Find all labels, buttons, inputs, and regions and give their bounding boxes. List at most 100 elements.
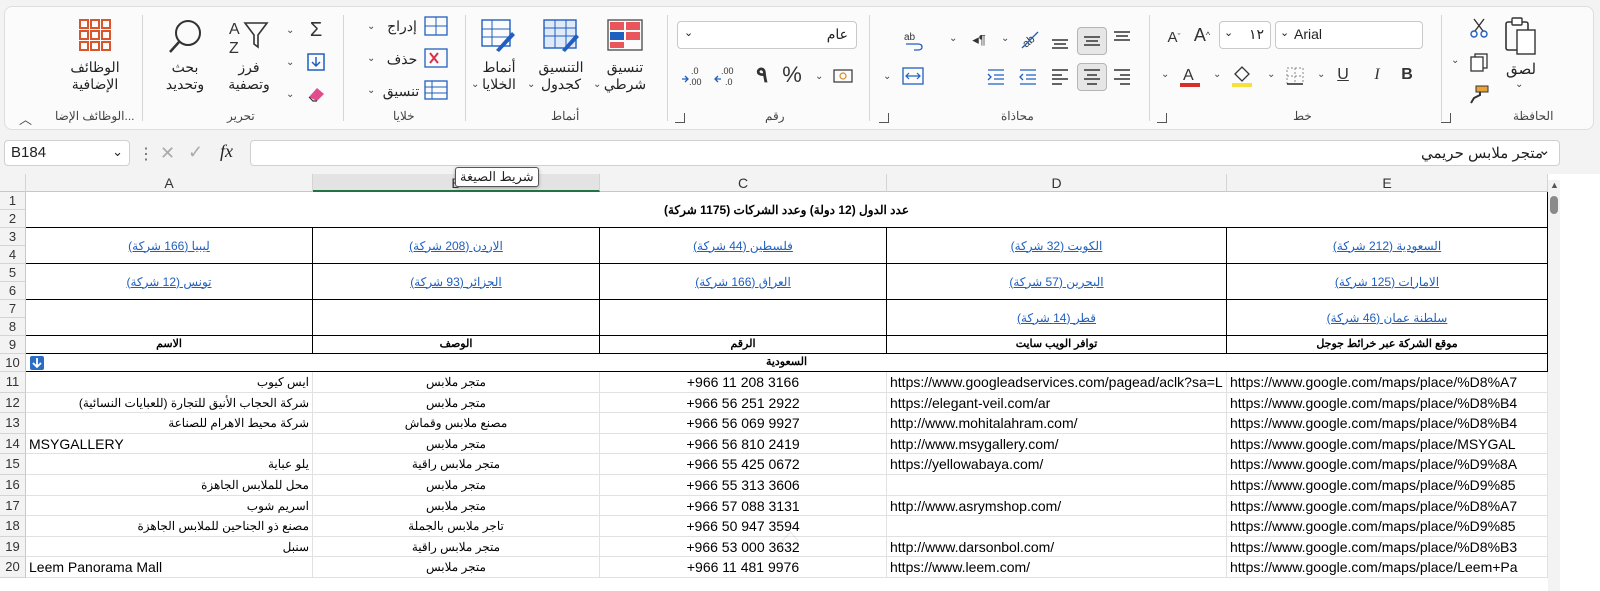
company-name-cell[interactable]: اسريم شوب [26, 495, 313, 517]
format-as-table-label-2[interactable]: كجدول [531, 76, 591, 93]
formula-input[interactable]: متجر ملابس حريمي [250, 140, 1560, 166]
decrease-decimal-icon[interactable]: .00.0 [713, 65, 741, 87]
company-name-cell[interactable]: مصنع ذو الجناحين للملابس الجاهزة [26, 516, 313, 537]
company-name-cell[interactable]: شركة الحجاب الأنيق للتجارة (للعبايات الن… [26, 392, 313, 414]
row-header[interactable]: 14 [0, 433, 26, 455]
phone-cell[interactable]: +966 50 947 3594 [600, 516, 887, 537]
conditional-formatting-icon[interactable] [605, 17, 645, 55]
autosum-dropdown-icon[interactable]: ⌄ [286, 25, 294, 36]
company-name-cell[interactable]: Leem Panorama Mall [26, 557, 313, 578]
maps-link-cell[interactable]: https://www.google.com/maps/place/%D8%B4 [1227, 413, 1548, 434]
cell-styles-label-1[interactable]: أنماط [475, 59, 523, 76]
country-link[interactable] [26, 300, 313, 336]
company-name-cell[interactable]: محل للملابس الجاهزة [26, 475, 313, 496]
company-name-cell[interactable]: MSYGALLERY [26, 433, 313, 455]
description-cell[interactable]: متجر ملابس [313, 433, 600, 455]
number-dialog-launcher-icon[interactable] [675, 113, 685, 123]
country-link[interactable]: ليبيا (166 شركة) [26, 228, 313, 264]
row-header[interactable]: 8 [0, 318, 26, 336]
comma-style-icon[interactable]: ٩ [751, 62, 773, 87]
find-search-icon[interactable] [165, 17, 205, 57]
phone-cell[interactable]: +966 53 000 3632 [600, 536, 887, 558]
description-cell[interactable]: مصنع ملابس وقماش [313, 413, 600, 434]
scroll-up-icon[interactable]: ▲ [1550, 180, 1559, 190]
delete-dropdown-icon[interactable]: ⌄ [367, 53, 375, 64]
copy-icon[interactable] [1467, 51, 1491, 73]
format-cells-label[interactable]: تنسيق [379, 83, 423, 100]
company-name-cell[interactable]: سنبل [26, 536, 313, 558]
text-direction-icon[interactable]: ◂¶ [967, 29, 991, 51]
underline-dropdown-icon[interactable]: ⌄ [1317, 69, 1325, 80]
wrap-text-icon[interactable]: ab [901, 29, 925, 53]
delete-cells-label[interactable]: حذف [383, 51, 421, 68]
insert-dropdown-icon[interactable]: ⌄ [367, 21, 375, 32]
country-link[interactable]: السعودية (212 شركة) [1227, 228, 1548, 264]
sort-label-2[interactable]: وتصفية [219, 76, 279, 93]
phone-cell[interactable]: +966 11 481 9976 [600, 557, 887, 578]
increase-indent-icon[interactable] [983, 65, 1009, 89]
company-name-cell[interactable]: يلو عباية [26, 454, 313, 475]
row-header[interactable]: 12 [0, 392, 26, 414]
cell-styles-dropdown-icon[interactable]: ⌄ [471, 79, 479, 90]
phone-cell[interactable]: +966 11 208 3166 [600, 372, 887, 393]
orientation-dropdown-icon[interactable]: ⌄ [1001, 33, 1009, 44]
description-cell[interactable]: متجر ملابس [313, 557, 600, 578]
delete-cells-icon[interactable] [423, 47, 449, 69]
company-name-cell[interactable]: شركة محيط الاهرام للصناعة [26, 413, 313, 434]
column-header-d[interactable]: D [887, 174, 1227, 192]
country-link[interactable]: الاردن (208 شركة) [313, 228, 600, 264]
more-options-icon[interactable]: ⋮ [138, 144, 154, 164]
align-center-icon[interactable] [1077, 63, 1107, 91]
conditional-formatting-dropdown-icon[interactable]: ⌄ [593, 79, 601, 90]
column-header-e[interactable]: E [1227, 174, 1548, 192]
row-header[interactable]: 5 [0, 264, 26, 282]
maps-link-cell[interactable]: https://www.google.com/maps/place/%D9%8A [1227, 454, 1548, 475]
format-as-table-dropdown-icon[interactable]: ⌄ [527, 79, 535, 90]
row-header[interactable]: 13 [0, 413, 26, 434]
header-name[interactable]: الاسم [26, 336, 313, 354]
website-cell[interactable]: http://www.darsonbol.com/ [887, 536, 1227, 558]
country-link[interactable]: تونس (12 شركة) [26, 264, 313, 300]
row-header[interactable]: 17 [0, 495, 26, 517]
format-cells-icon[interactable] [423, 79, 449, 101]
increase-decimal-icon[interactable]: .0.00 [681, 65, 709, 87]
phone-cell[interactable]: +966 57 088 3131 [600, 495, 887, 517]
description-cell[interactable]: متجر ملابس [313, 392, 600, 414]
phone-cell[interactable]: +966 55 313 3606 [600, 475, 887, 496]
merge-center-icon[interactable] [901, 65, 925, 87]
addins-label-1[interactable]: الوظائف [67, 59, 123, 76]
clear-eraser-icon[interactable] [305, 83, 327, 105]
description-cell[interactable]: تاجر ملابس بالجملة [313, 516, 600, 537]
copy-dropdown-icon[interactable]: ⌄ [1451, 55, 1459, 66]
cell-styles-icon[interactable] [479, 17, 517, 55]
vertical-scroll-thumb[interactable] [1550, 196, 1558, 214]
country-link[interactable]: الجزائر (93 شركة) [313, 264, 600, 300]
bold-icon[interactable]: B [1395, 63, 1419, 87]
maps-link-cell[interactable]: https://www.google.com/maps/place/Leem+P… [1227, 557, 1548, 578]
underline-icon[interactable]: U [1331, 63, 1355, 87]
maps-link-cell[interactable]: https://www.google.com/maps/place/MSYGAL [1227, 433, 1548, 455]
select-all-corner[interactable] [0, 174, 26, 192]
country-link[interactable]: قطر (14 شركة) [887, 300, 1227, 336]
description-cell[interactable]: متجر ملابس راقية [313, 454, 600, 475]
addins-label-2[interactable]: الإضافية [67, 76, 123, 93]
align-right-icon[interactable] [1109, 65, 1135, 89]
font-color-icon[interactable]: A [1177, 63, 1203, 89]
row-header[interactable]: 16 [0, 475, 26, 496]
addins-icon[interactable] [77, 17, 113, 53]
website-cell[interactable]: http://www.msygallery.com/ [887, 433, 1227, 455]
fill-dropdown-icon[interactable]: ⌄ [286, 57, 294, 68]
fill-color-dropdown-icon[interactable]: ⌄ [1213, 69, 1221, 80]
vertical-scrollbar[interactable] [1548, 180, 1560, 591]
percent-style-icon[interactable]: % [779, 62, 805, 87]
italic-icon[interactable]: I [1365, 63, 1389, 87]
website-cell[interactable]: https://www.googleadservices.com/pagead/… [887, 372, 1227, 393]
country-link[interactable]: العراق (166 شركة) [600, 264, 887, 300]
website-cell[interactable] [887, 516, 1227, 537]
borders-icon[interactable] [1283, 65, 1307, 87]
fill-color-icon[interactable] [1229, 63, 1255, 89]
maps-link-cell[interactable]: https://www.google.com/maps/place/%D9%85 [1227, 475, 1548, 496]
sort-label-1[interactable]: فرز [219, 59, 279, 76]
insert-cells-label[interactable]: إدراج [383, 18, 421, 35]
format-as-table-icon[interactable] [541, 17, 581, 55]
